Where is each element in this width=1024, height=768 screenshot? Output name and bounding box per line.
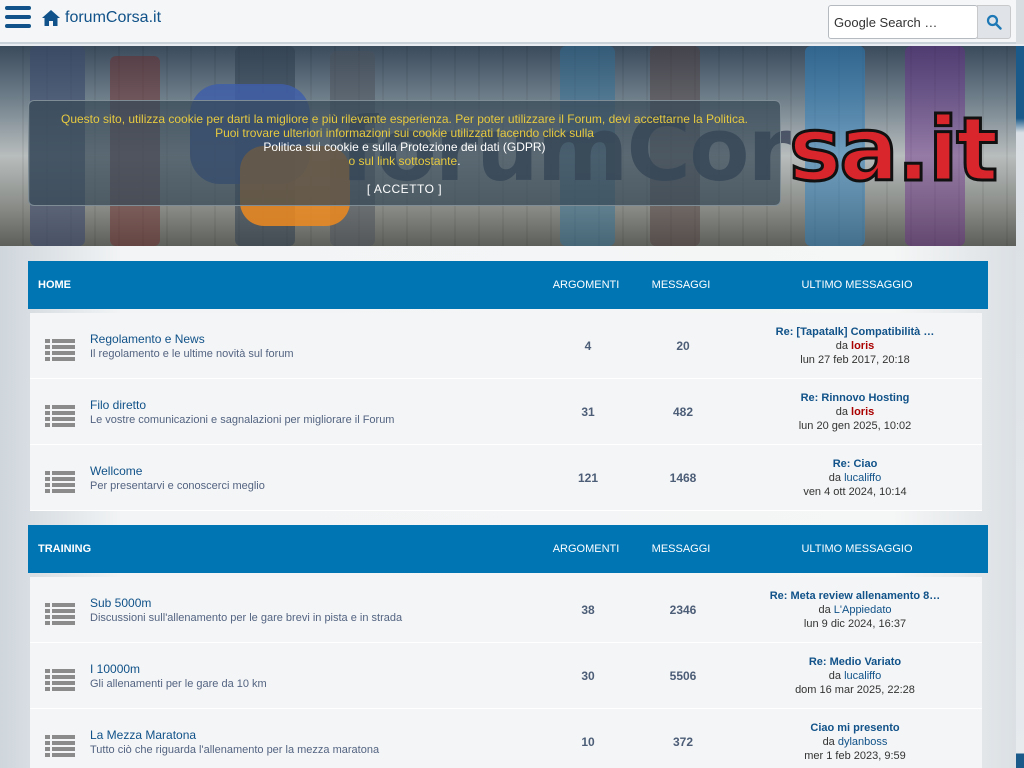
search-button[interactable] [977, 5, 1011, 39]
forum-description: Per presentarvi e conoscerci meglio [90, 479, 265, 492]
forum-row: Regolamento e News Il regolamento e le u… [30, 313, 982, 379]
category-home: HOME ARGOMENTI MESSAGGI ULTIMO MESSAGGIO… [28, 261, 988, 511]
page-scrollbar[interactable] [1016, 46, 1024, 768]
col-topics: ARGOMENTI [552, 279, 620, 291]
col-topics: ARGOMENTI [552, 543, 620, 555]
col-last-post: ULTIMO MESSAGGIO [801, 279, 913, 291]
last-post: Re: [Tapatalk] Compatibilità … da loris … [728, 325, 982, 367]
topic-count: 38 [581, 602, 595, 617]
col-posts: MESSAGGI [651, 543, 711, 555]
forum-read-icon [45, 602, 75, 627]
last-post: Re: Meta review allenamento 8… da L'Appi… [728, 589, 982, 631]
forum-description: Tutto ciò che riguarda l'allenamento per… [90, 743, 380, 756]
forum-description: Discussioni sull'allenamento per le gare… [90, 611, 403, 624]
forum-read-icon [45, 734, 75, 759]
last-post-topic-link[interactable]: Re: [Tapatalk] Compatibilità … [728, 325, 982, 339]
last-post-date: lun 20 gen 2025, 10:02 [798, 419, 912, 432]
forum-link[interactable]: La Mezza Maratona [90, 728, 538, 742]
last-post-date: ven 4 ott 2024, 10:14 [803, 485, 907, 498]
forum-link[interactable]: Filo diretto [90, 398, 538, 412]
category-training: TRAINING ARGOMENTI MESSAGGI ULTIMO MESSA… [28, 525, 988, 768]
post-count: 5506 [669, 668, 697, 683]
post-count: 2346 [669, 602, 697, 617]
cookie-text-line1: Questo sito, utilizza cookie per darti l… [61, 112, 748, 126]
cookie-text-line4: o sul link sottostante [348, 154, 458, 168]
post-count: 372 [672, 734, 694, 749]
forum-read-icon [45, 668, 75, 693]
forum-index: HOME ARGOMENTI MESSAGGI ULTIMO MESSAGGIO… [0, 246, 1016, 768]
topic-count: 31 [581, 404, 595, 419]
forum-row: Filo diretto Le vostre comunicazioni e s… [30, 379, 982, 445]
forum-description: Il regolamento e le ultime novità sul fo… [90, 347, 294, 360]
cookie-policy-link[interactable]: Politica sui cookie e sulla Protezione d… [29, 140, 780, 154]
topic-count: 4 [584, 338, 592, 353]
post-count: 482 [672, 404, 694, 419]
forum-row: Sub 5000m Discussioni sull'allenamento p… [30, 577, 982, 643]
home-link[interactable]: forumCorsa.it [41, 9, 161, 27]
col-posts: MESSAGGI [651, 279, 711, 291]
post-count: 1468 [669, 470, 697, 485]
last-post-topic-link[interactable]: Re: Rinnovo Hosting [728, 391, 982, 405]
last-post-date: lun 27 feb 2017, 20:18 [800, 353, 910, 366]
topic-count: 121 [577, 470, 599, 485]
category-title[interactable]: TRAINING [28, 543, 536, 555]
last-post-author-link[interactable]: loris [851, 340, 874, 352]
topic-count: 30 [581, 668, 595, 683]
forum-link[interactable]: Wellcome [90, 464, 538, 478]
col-last-post: ULTIMO MESSAGGIO [801, 543, 913, 555]
forum-read-icon [45, 470, 75, 495]
hamburger-menu-icon[interactable] [5, 6, 31, 28]
home-icon [42, 10, 60, 26]
scrollbar-track [1016, 0, 1024, 44]
category-header: TRAINING ARGOMENTI MESSAGGI ULTIMO MESSA… [28, 525, 988, 573]
search-icon [986, 14, 1002, 30]
category-title[interactable]: HOME [28, 279, 536, 291]
post-count: 20 [676, 338, 690, 353]
last-post-date: dom 16 mar 2025, 22:28 [795, 683, 915, 696]
forum-description: Le vostre comunicazioni e sagnalazioni p… [90, 413, 395, 426]
last-post-topic-link[interactable]: Re: Ciao [728, 457, 982, 471]
search-input[interactable] [828, 5, 978, 39]
last-post-topic-link[interactable]: Ciao mi presento [728, 721, 982, 735]
last-post-author-link[interactable]: dylanboss [838, 736, 888, 748]
last-post: Re: Ciao da lucaliffo ven 4 ott 2024, 10… [728, 457, 982, 499]
last-post-author-link[interactable]: loris [851, 406, 874, 418]
last-post: Ciao mi presento da dylanboss mer 1 feb … [728, 721, 982, 763]
site-name: forumCorsa.it [65, 9, 162, 26]
last-post-topic-link[interactable]: Re: Meta review allenamento 8… [728, 589, 982, 603]
last-post: Re: Rinnovo Hosting da loris lun 20 gen … [728, 391, 982, 433]
forum-link[interactable]: I 10000m [90, 662, 538, 676]
last-post: Re: Medio Variato da lucaliffo dom 16 ma… [728, 655, 982, 697]
last-post-author-link[interactable]: lucaliffo [844, 472, 881, 484]
forum-read-icon [45, 338, 75, 363]
forum-row: La Mezza Maratona Tutto ciò che riguarda… [30, 709, 982, 768]
last-post-topic-link[interactable]: Re: Medio Variato [728, 655, 982, 669]
topic-count: 10 [581, 734, 595, 749]
cookie-text-line2: Puoi trovare ulteriori informazioni sui … [215, 126, 594, 140]
last-post-author-link[interactable]: lucaliffo [844, 670, 881, 682]
cookie-notice: Questo sito, utilizza cookie per darti l… [28, 100, 781, 206]
top-bar: forumCorsa.it [0, 0, 1024, 44]
category-header: HOME ARGOMENTI MESSAGGI ULTIMO MESSAGGIO [28, 261, 988, 309]
forum-link[interactable]: Sub 5000m [90, 596, 538, 610]
last-post-date: mer 1 feb 2023, 9:59 [804, 749, 906, 762]
cookie-accept-button[interactable]: [ ACCETTO ] [367, 182, 442, 196]
forum-link[interactable]: Regolamento e News [90, 332, 538, 346]
last-post-author-link[interactable]: L'Appiedato [834, 604, 892, 616]
last-post-date: lun 9 dic 2024, 16:37 [803, 617, 907, 630]
forum-description: Gli allenamenti per le gare da 10 km [90, 677, 267, 690]
forum-row: Wellcome Per presentarvi e conoscerci me… [30, 445, 982, 511]
forum-read-icon [45, 404, 75, 429]
forum-row: I 10000m Gli allenamenti per le gare da … [30, 643, 982, 709]
